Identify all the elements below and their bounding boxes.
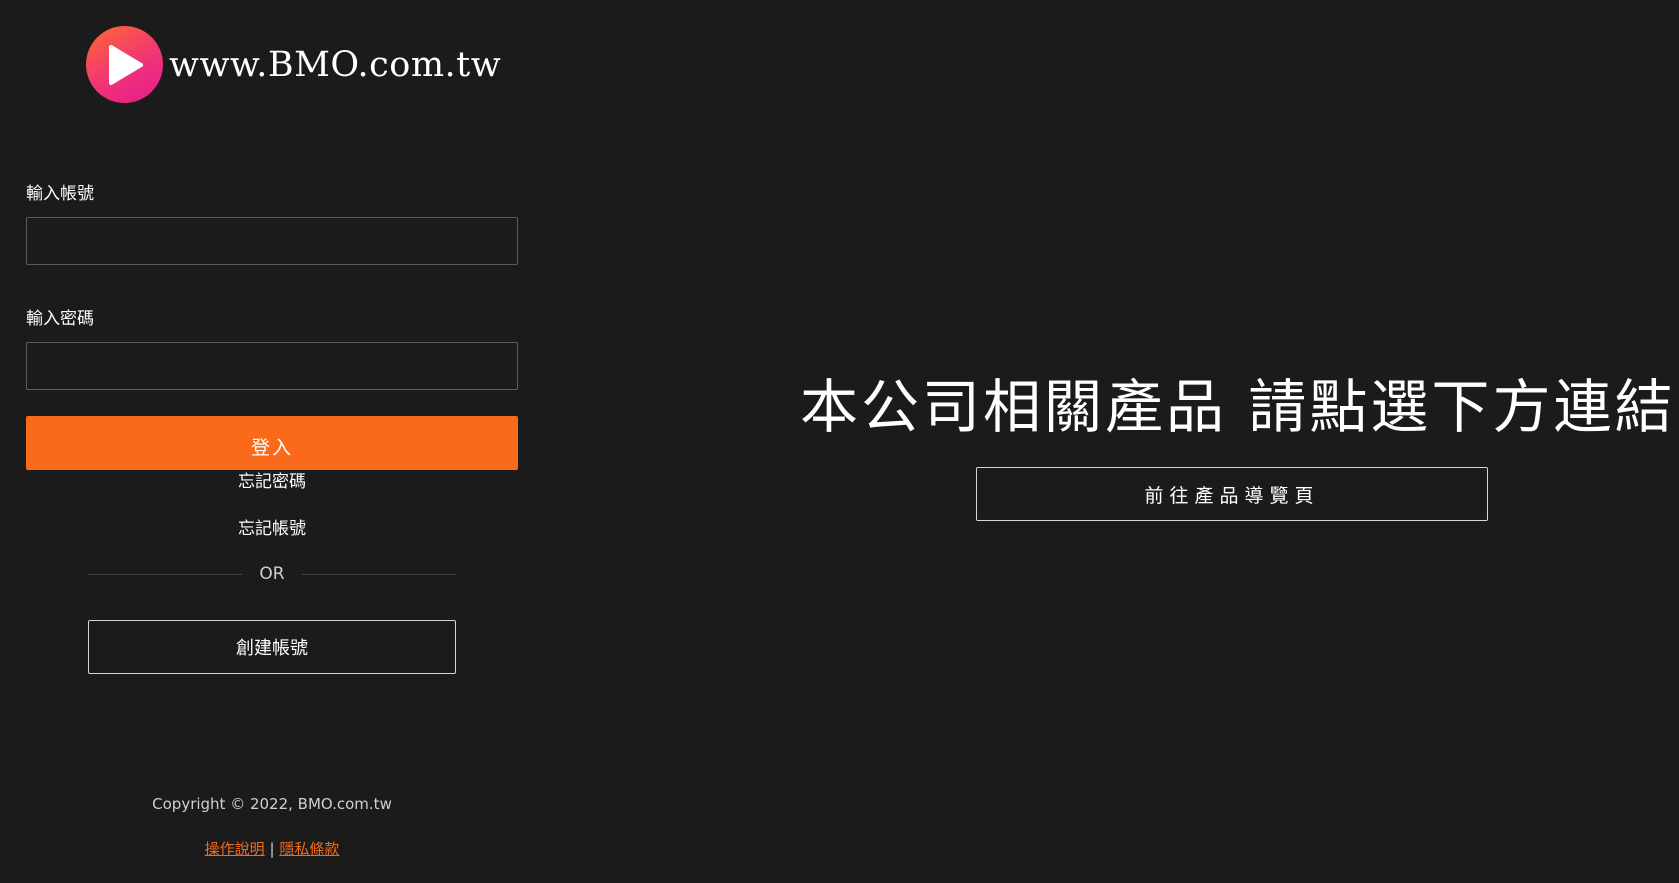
password-label: 輸入密碼 — [26, 309, 94, 329]
account-input[interactable] — [26, 217, 518, 265]
divider-line-left — [88, 573, 242, 575]
manual-link[interactable]: 操作說明 — [205, 840, 265, 858]
login-button[interactable]: 登入 — [26, 416, 518, 470]
site-logo[interactable]: www.BMO.com.tw — [86, 26, 501, 103]
or-divider: OR — [88, 562, 456, 586]
login-page: www.BMO.com.tw 輸入帳號 輸入密碼 登入 忘記密碼 忘記帳號 OR… — [0, 0, 1679, 883]
login-form: 輸入帳號 輸入密碼 登入 忘記密碼 忘記帳號 — [26, 182, 518, 541]
copyright-text: Copyright © 2022, BMO.com.tw — [152, 795, 392, 813]
password-input[interactable] — [26, 342, 518, 390]
forgot-account-link[interactable]: 忘記帳號 — [26, 517, 518, 541]
privacy-link[interactable]: 隱私條款 — [279, 840, 339, 858]
account-label: 輸入帳號 — [26, 184, 94, 204]
site-name: www.BMO.com.tw — [169, 44, 502, 85]
play-icon — [86, 26, 163, 103]
divider-line-right — [302, 573, 456, 575]
forgot-password-link[interactable]: 忘記密碼 — [26, 470, 518, 494]
promo-headline: 本公司相關產品 請點選下方連結 — [800, 373, 1676, 441]
footer-separator: | — [269, 840, 275, 858]
create-account-button[interactable]: 創建帳號 — [88, 620, 456, 674]
or-text: OR — [259, 564, 285, 584]
footer-links: 操作說明 | 隱私條款 — [26, 838, 518, 859]
product-guide-button[interactable]: 前往產品導覽頁 — [976, 467, 1488, 521]
